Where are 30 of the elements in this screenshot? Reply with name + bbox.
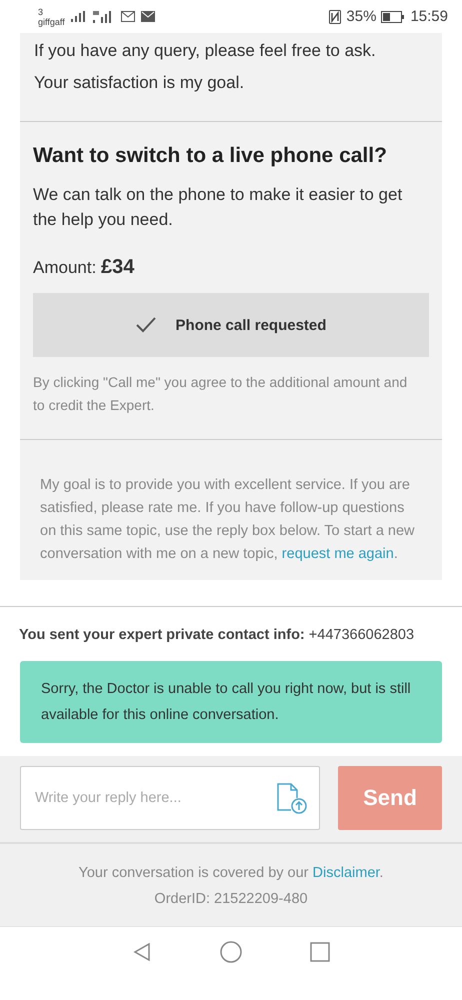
offer-title: Want to switch to a live phone call? bbox=[33, 144, 388, 168]
battery-icon bbox=[381, 10, 406, 22]
check-icon bbox=[136, 317, 156, 333]
battery-percent: 35% bbox=[346, 8, 376, 25]
carrier-index: 3 bbox=[38, 6, 44, 16]
carrier-name: giffgaff bbox=[38, 16, 65, 26]
contact-info-text: You sent your expert private contact info: +447366062803 bbox=[18, 626, 416, 645]
mail-icon bbox=[120, 11, 135, 22]
mail-icon bbox=[140, 11, 155, 22]
request-link[interactable]: request me again bbox=[282, 546, 394, 562]
message-text: Your satisfaction is my goal. bbox=[34, 72, 246, 94]
goal-text: My goal is to provide you with excellent service. If you are satisfied, please rate me. If you have follow-up questions on this same topic, use the reply box below. To start a new conversation with me on a new topic, request me again. bbox=[20, 439, 442, 580]
back-icon[interactable] bbox=[132, 942, 152, 962]
recents-icon[interactable] bbox=[310, 942, 330, 962]
clock: 15:59 bbox=[410, 8, 448, 25]
reply-field[interactable]: Write your reply here... bbox=[20, 766, 320, 830]
message-text: If you have any query, please feel free to ask. bbox=[34, 40, 377, 62]
notice-banner: Sorry, the Doctor is unable to call you right now, but is still available for this online conversation. bbox=[20, 661, 442, 743]
file-upload-icon[interactable] bbox=[276, 782, 308, 814]
send-button[interactable]: Send bbox=[338, 766, 442, 830]
terms-text: By clicking "Call me" you agree to the additional amount and to credit the Expert. bbox=[33, 373, 408, 415]
signal-icon bbox=[70, 11, 87, 22]
nfc-icon bbox=[329, 10, 342, 24]
order-id: OrderID: 21522209-480 bbox=[153, 890, 309, 909]
home-icon[interactable] bbox=[220, 941, 242, 963]
disclaimer-link[interactable]: Disclaimer bbox=[312, 865, 380, 881]
disclaimer-text: Your conversation is covered by our Disclaimer. bbox=[78, 864, 384, 883]
offer-text: We can talk on the phone to make it easier to get the help you need. bbox=[33, 184, 404, 231]
amount-text: Amount: £34 bbox=[33, 256, 136, 279]
phone-call-button[interactable]: Phone call requested bbox=[33, 293, 429, 357]
